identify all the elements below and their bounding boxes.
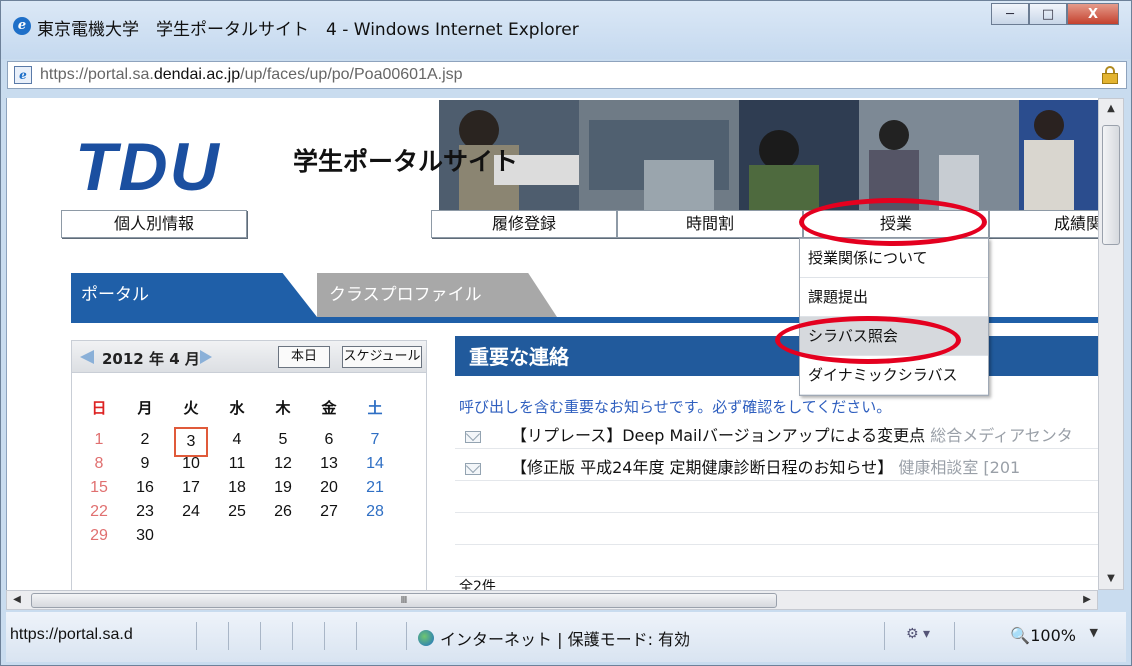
calendar-day[interactable]: 30 xyxy=(128,527,162,549)
dropdown-item-assignment-submit[interactable]: 課題提出 xyxy=(800,278,988,317)
tab-class-profile[interactable]: クラスプロファイル xyxy=(317,273,557,317)
calendar-day[interactable]: 2 xyxy=(128,431,162,453)
horizontal-scroll-thumb[interactable]: Ⅲ xyxy=(31,593,777,608)
banner-photos xyxy=(439,100,1098,210)
calendar-day[interactable]: 27 xyxy=(312,503,346,525)
calendar-weekday: 金 xyxy=(321,399,337,417)
vertical-scrollbar[interactable]: ▲ ▼ xyxy=(1098,98,1124,590)
scroll-left-icon[interactable]: ◀ xyxy=(7,591,27,609)
maximize-button[interactable]: □ xyxy=(1029,3,1067,25)
tab-portal[interactable]: ポータル xyxy=(71,273,317,317)
calendar-day[interactable]: 20 xyxy=(312,479,346,501)
site-title: 学生ポータルサイト xyxy=(293,147,519,176)
calendar-day[interactable]: 26 xyxy=(266,503,300,525)
scroll-down-icon[interactable]: ▼ xyxy=(1099,569,1123,589)
news-count: 全2件 xyxy=(459,579,496,590)
calendar-day[interactable]: 1 xyxy=(82,431,116,453)
calendar-day[interactable]: 22 xyxy=(82,503,116,525)
calendar-day[interactable]: 25 xyxy=(220,503,254,525)
window-title: 東京電機大学 学生ポータルサイト 4 - Windows Internet Ex… xyxy=(37,20,579,40)
calendar-day-today[interactable]: 3 xyxy=(174,427,208,457)
calendar-day[interactable]: 15 xyxy=(82,479,116,501)
schedule-button[interactable]: スケジュール xyxy=(342,346,422,368)
calendar: 2012 年 4 月 本日 スケジュール 日月火水木金土 1 2 3 4 5 6 7 8 9 10 1… xyxy=(71,340,427,590)
calendar-day[interactable]: 14 xyxy=(358,455,392,477)
calendar-header: 2012 年 4 月 本日 スケジュール xyxy=(72,341,426,373)
calendar-weekday: 木 xyxy=(275,399,291,417)
zoom-level[interactable]: 🔍100% xyxy=(1010,626,1076,645)
calendar-day[interactable]: 10 xyxy=(174,455,208,477)
news-item[interactable]: 【修正版 平成24年度 定期健康診断日程のお知らせ】 健康相談室 [201 xyxy=(465,454,1020,478)
ie-icon: e xyxy=(13,17,31,35)
calendar-day[interactable]: 21 xyxy=(358,479,392,501)
menu-timetable[interactable]: 時間割 xyxy=(617,210,803,238)
calendar-weekday: 月 xyxy=(137,399,153,417)
calendar-day[interactable]: 23 xyxy=(128,503,162,525)
today-button[interactable]: 本日 xyxy=(278,346,330,368)
calendar-day[interactable]: 29 xyxy=(82,527,116,549)
zoom-icon: 🔍 xyxy=(1010,626,1031,645)
calendar-day[interactable]: 18 xyxy=(220,479,254,501)
tdu-logo: TDU xyxy=(75,129,221,205)
close-button[interactable]: X xyxy=(1067,3,1119,25)
calendar-day[interactable]: 9 xyxy=(128,455,162,477)
calendar-day[interactable]: 5 xyxy=(266,431,300,453)
important-news: 重要な連絡 呼び出しを含む重要なお知らせです。必ず確認をしてください。 【リプレ… xyxy=(455,336,1098,590)
page-viewport: TDU 学生ポータルサイト 個人別情報 履修登録 時間割 授業 成績関 ポータル… xyxy=(6,98,1098,590)
calendar-day[interactable]: 28 xyxy=(358,503,392,525)
highlight-ellipse-classes xyxy=(799,198,987,246)
menu-personal-info[interactable]: 個人別情報 xyxy=(61,210,247,238)
status-url: https://portal.sa.d xyxy=(10,626,133,643)
minimize-button[interactable]: ─ xyxy=(991,3,1029,25)
calendar-weekday: 土 xyxy=(367,399,383,417)
calendar-day[interactable]: 17 xyxy=(174,479,208,501)
next-month-icon[interactable] xyxy=(200,350,212,364)
globe-icon xyxy=(418,630,434,646)
calendar-weekday: 水 xyxy=(229,399,245,417)
security-zone[interactable]: インターネット | 保護モード: 有効 xyxy=(418,626,690,650)
calendar-day[interactable]: 19 xyxy=(266,479,300,501)
address-bar[interactable]: e https://portal.sa.dendai.ac.jp/up/face… xyxy=(7,61,1127,89)
calendar-weekday: 日 xyxy=(91,399,107,417)
menu-registration[interactable]: 履修登録 xyxy=(431,210,617,238)
lock-icon[interactable] xyxy=(1102,66,1118,84)
news-subtitle: 呼び出しを含む重要なお知らせです。必ず確認をしてください。 xyxy=(459,398,892,416)
scroll-up-icon[interactable]: ▲ xyxy=(1099,99,1123,119)
scroll-right-icon[interactable]: ▶ xyxy=(1077,591,1097,609)
calendar-day[interactable]: 16 xyxy=(128,479,162,501)
window-controls: ─ □ X xyxy=(991,3,1119,25)
prev-month-icon[interactable] xyxy=(80,350,94,364)
calendar-day[interactable]: 4 xyxy=(220,431,254,453)
zoom-dropdown-icon[interactable]: ▼ xyxy=(1090,626,1098,639)
calendar-weekday: 火 xyxy=(183,399,199,417)
address-url[interactable]: https://portal.sa.dendai.ac.jp/up/faces/… xyxy=(40,66,463,84)
highlight-ellipse-syllabus xyxy=(775,316,961,364)
page-icon: e xyxy=(14,66,32,84)
calendar-day[interactable]: 8 xyxy=(82,455,116,477)
calendar-day[interactable]: 13 xyxy=(312,455,346,477)
mail-icon xyxy=(465,430,481,443)
calendar-day[interactable]: 24 xyxy=(174,503,208,525)
menu-grades[interactable]: 成績関 xyxy=(989,210,1098,238)
calendar-day[interactable]: 6 xyxy=(312,431,346,453)
news-item[interactable]: 【リプレース】Deep Mailバージョンアップによる変更点 総合メディアセンタ xyxy=(465,422,1073,446)
calendar-day[interactable]: 12 xyxy=(266,455,300,477)
mail-icon xyxy=(465,462,481,475)
calendar-month: 2012 年 4 月 xyxy=(102,350,200,368)
protected-mode-icon[interactable]: ⚙ ▾ xyxy=(906,626,930,642)
vertical-scroll-thumb[interactable] xyxy=(1102,125,1120,245)
title-bar: e 東京電機大学 学生ポータルサイト 4 - Windows Internet … xyxy=(1,1,1131,59)
status-bar: https://portal.sa.d インターネット | 保護モード: 有効 … xyxy=(6,612,1126,662)
calendar-day[interactable]: 7 xyxy=(358,431,392,453)
horizontal-scrollbar[interactable]: ◀ Ⅲ ▶ xyxy=(6,590,1098,610)
calendar-day[interactable]: 11 xyxy=(220,455,254,477)
